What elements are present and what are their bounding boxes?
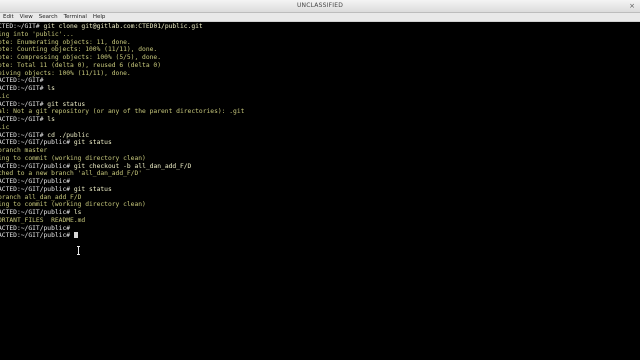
terminal-output-line: ote: Total 11 (delta 0), reused 6 (delta… [0,62,244,70]
terminal-output-line: ote: Compressing objects: 100% (5/5), do… [0,54,244,62]
terminal-prompt-line: ACTED:~/GIT/public# [0,232,244,240]
output-text: ote: Compressing objects: 100% (5/5), do… [0,54,162,61]
shell-prompt: ACTED:~/GIT/public# [0,209,74,216]
terminal-output-line: ing to commit (working directory clean) [0,201,244,209]
terminal-output-line: lic [0,124,244,132]
output-text: ORTANT_FILES README.md [0,216,86,224]
menu-bar: Edit View Search Terminal Help [0,13,640,22]
command-text: ls [47,85,55,92]
terminal-output-line: ote: Counting objects: 100% (11/11), don… [0,46,244,54]
terminal-prompt-line: ACTED:~/GIT/public# ls [0,209,244,217]
output-text: eiving objects: 100% (11/11), done. [0,69,131,77]
shell-prompt: ACTED:~/GIT# [0,131,48,139]
terminal-prompt-line: ACTED:~/GIT/public# [0,225,244,233]
terminal-prompt-line: ACTED:~/GIT/public# git checkout -b all_… [0,163,244,171]
terminal-output-line: al: Not a git repository (or any of the … [0,108,244,116]
menu-view[interactable]: View [17,13,36,21]
output-text: ing to commit (working directory clean) [0,154,146,162]
menu-help[interactable]: Help [90,13,109,21]
menu-edit[interactable]: Edit [0,13,17,21]
command-text: cd ./public [47,131,89,139]
command-text: git status [73,185,112,193]
command-text: git clone git@gitlab.com:CTED01/public.g… [43,23,203,30]
output-text: ing to commit (working directory clean) [0,201,146,209]
shell-prompt: ACTED:~/GIT/public# [0,232,74,240]
shell-prompt: ACTED:~/GIT# [0,116,48,123]
terminal-prompt-line: CTED:~/GIT# git clone git@gitlab.com:CTE… [0,23,244,31]
terminal-output-line: lic [0,93,244,101]
command-text: ls [47,116,55,123]
terminal-lines: CTED:~/GIT# git clone git@gitlab.com:CTE… [0,23,244,240]
terminal-output-line: branch master [0,147,244,155]
command-text: git status [47,100,86,108]
menu-terminal[interactable]: Terminal [61,13,90,21]
terminal-output-line: ched to a new branch 'all_dan_add_F/D' [0,170,244,178]
shell-prompt: ACTED:~/GIT/public# [0,178,74,185]
command-text: git checkout -b all_dan_add_F/D [73,162,192,170]
output-text: ing into 'public'... [0,30,74,38]
terminal-output-line: eiving objects: 100% (11/11), done. [0,70,244,78]
terminal-prompt-line: ACTED:~/GIT# ls [0,116,244,124]
terminal-output-line: ote: Enumerating objects: 11, done. [0,39,244,47]
close-icon[interactable]: × [628,2,636,10]
terminal-output[interactable]: CTED:~/GIT# git clone git@gitlab.com:CTE… [0,22,640,360]
terminal-prompt-line: ACTED:~/GIT# cd ./public [0,132,244,140]
terminal-prompt-line: ACTED:~/GIT/public# git status [0,186,244,194]
window-title: UNCLASSIFIED [296,2,344,9]
terminal-output-line: ORTANT_FILES README.md [0,217,244,225]
output-text: al: Not a git repository (or any of the … [0,108,245,116]
text-cursor [73,232,78,239]
shell-prompt: ACTED:~/GIT/public# [0,162,74,170]
terminal-output-line: ing to commit (working directory clean) [0,155,244,163]
shell-prompt: CTED:~/GIT# [0,23,44,30]
shell-prompt: ACTED:~/GIT/public# [0,224,74,232]
terminal-prompt-line: ACTED:~/GIT/public# [0,178,244,186]
title-bar[interactable]: UNCLASSIFIED × [0,0,640,13]
terminal-prompt-line: ACTED:~/GIT/public# git status [0,139,244,147]
output-text: lic [0,123,10,131]
terminal-window: UNCLASSIFIED × Edit View Search Terminal… [0,0,640,360]
output-text: branch master [0,147,48,154]
terminal-output-line: branch all_dan_add_F/D [0,194,244,202]
shell-prompt: ACTED:~/GIT# [0,77,48,85]
output-text: ote: Enumerating objects: 11, done. [0,38,131,46]
terminal-output-line: ing into 'public'... [0,31,244,39]
shell-prompt: ACTED:~/GIT/public# [0,139,74,147]
shell-prompt: ACTED:~/GIT# [0,100,48,108]
output-text: lic [0,92,10,100]
shell-prompt: ACTED:~/GIT/public# [0,185,74,193]
output-text: ote: Counting objects: 100% (11/11), don… [0,46,158,54]
terminal-prompt-line: ACTED:~/GIT# git status [0,101,244,109]
output-text: ched to a new branch 'all_dan_add_F/D' [0,170,143,178]
terminal-prompt-line: ACTED:~/GIT# ls [0,85,244,93]
terminal-prompt-line: ACTED:~/GIT# [0,77,244,85]
output-text: branch all_dan_add_F/D [0,193,82,201]
shell-prompt: ACTED:~/GIT# [0,85,48,92]
command-text: git status [73,139,112,147]
ibeam-cursor-icon [77,246,80,255]
command-text: ls [73,209,82,216]
menu-search[interactable]: Search [36,13,61,21]
output-text: ote: Total 11 (delta 0), reused 6 (delta… [0,61,162,69]
